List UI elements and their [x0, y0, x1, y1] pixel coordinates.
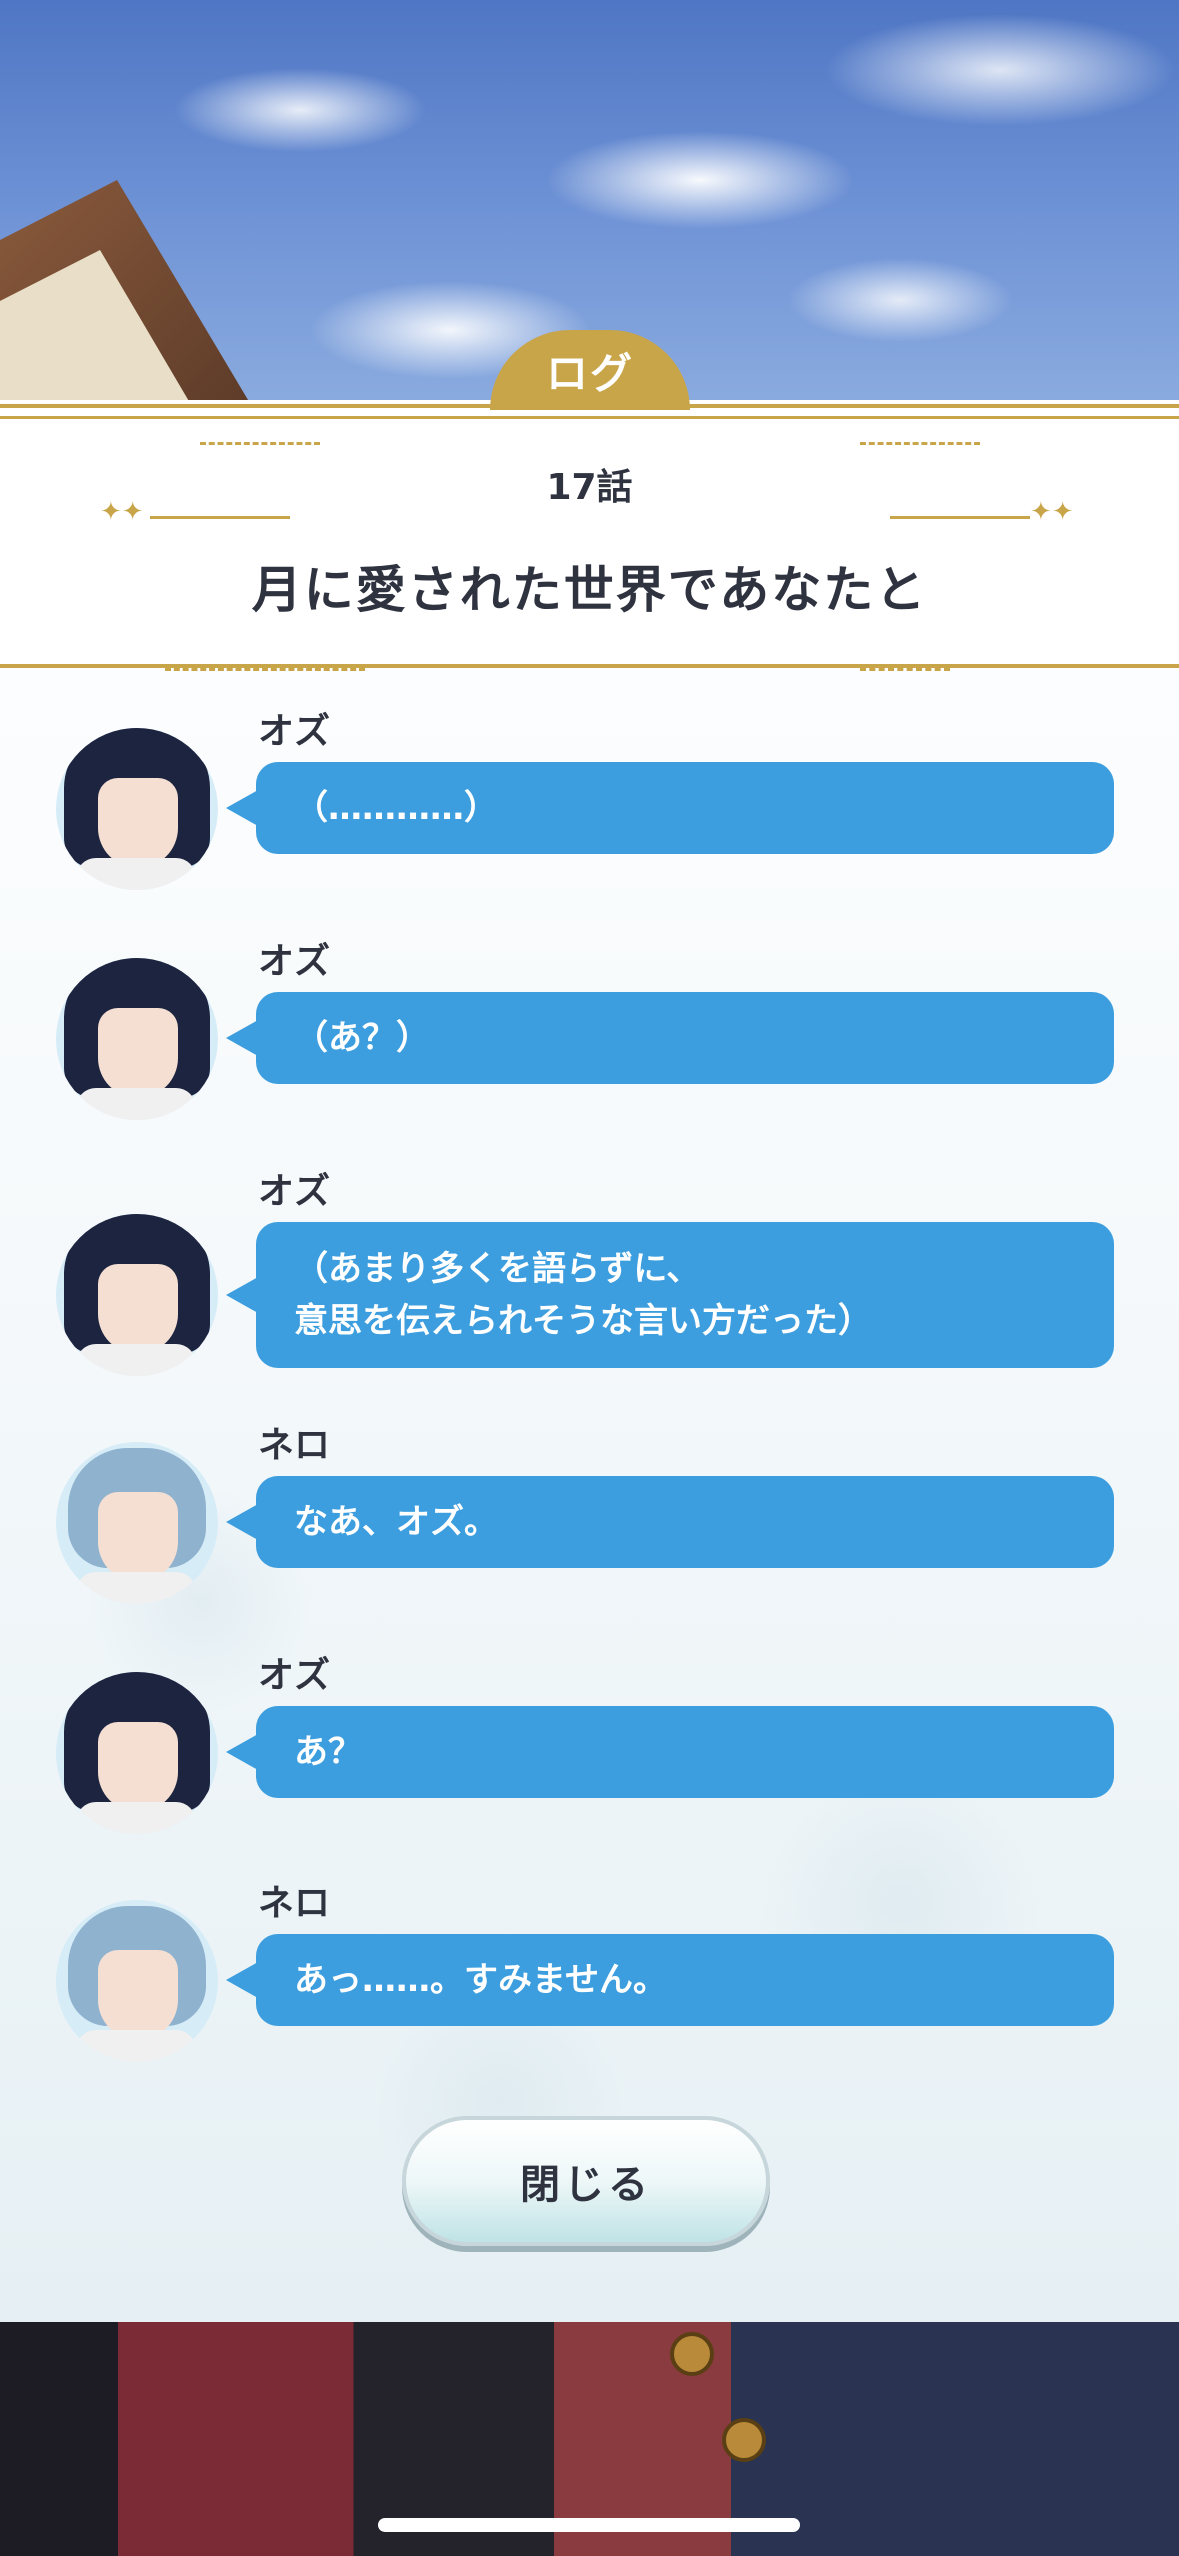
dialogue-line: 意思を伝えられそうな言い方だった） [294, 1301, 872, 1341]
star-ornament-icon: ✦✦ [100, 497, 144, 527]
ornament-right [890, 512, 1030, 522]
star-ornament-icon: ✦✦ [1030, 497, 1074, 527]
top-gold-line [0, 404, 1179, 408]
dialogue-line: （…………） [294, 788, 498, 828]
dialogue-bubble: （…………） [226, 762, 1114, 854]
dialogue-bubble: （あ？） [226, 992, 1114, 1084]
dash-decoration [860, 668, 950, 671]
close-button-label: 閉じる [520, 2162, 652, 2208]
episode-number: 17話 [546, 467, 633, 508]
coat-button-decoration [722, 2418, 766, 2462]
dash-decoration [860, 442, 980, 445]
ornament-left [150, 512, 290, 522]
dialogue-line: あっ……。すみません。 [294, 1960, 667, 2000]
speaker-name: オズ [258, 711, 331, 752]
episode-title: 月に愛された世界であなたと [251, 561, 928, 619]
oz-avatar [56, 1672, 218, 1834]
coat-button-decoration [670, 2332, 714, 2376]
oz-avatar [56, 958, 218, 1120]
dialogue-line: （あ？） [294, 1018, 430, 1058]
dash-decoration [200, 442, 320, 445]
speaker-name: オズ [258, 1171, 331, 1212]
dialogue-bubble: なあ、オズ。 [226, 1476, 1114, 1568]
oz-avatar [56, 728, 218, 890]
dialogue-bubble: あっ……。すみません。 [226, 1934, 1114, 2026]
speaker-name: オズ [258, 1655, 331, 1696]
dialogue-line: あ？ [294, 1732, 362, 1772]
nero-avatar [56, 1900, 218, 2062]
log-tab-label: ログ [545, 348, 634, 398]
dialogue-line: （あまり多くを語らずに、 [294, 1249, 701, 1289]
oz-avatar [56, 1214, 218, 1376]
speaker-name: ネロ [258, 1425, 331, 1466]
speaker-name: オズ [258, 941, 331, 982]
close-button[interactable]: 閉じる [402, 2116, 770, 2246]
dialogue-bubble: あ？ [226, 1706, 1114, 1798]
home-indicator[interactable] [378, 2518, 800, 2532]
nero-avatar [56, 1442, 218, 1604]
speaker-name: ネロ [258, 1883, 331, 1924]
top-gold-line-2 [0, 416, 1179, 419]
dialogue-line: なあ、オズ。 [294, 1502, 498, 1542]
dash-decoration [165, 668, 365, 671]
dialogue-bubble: （あまり多くを語らずに、 意思を伝えられそうな言い方だった） [226, 1222, 1114, 1368]
